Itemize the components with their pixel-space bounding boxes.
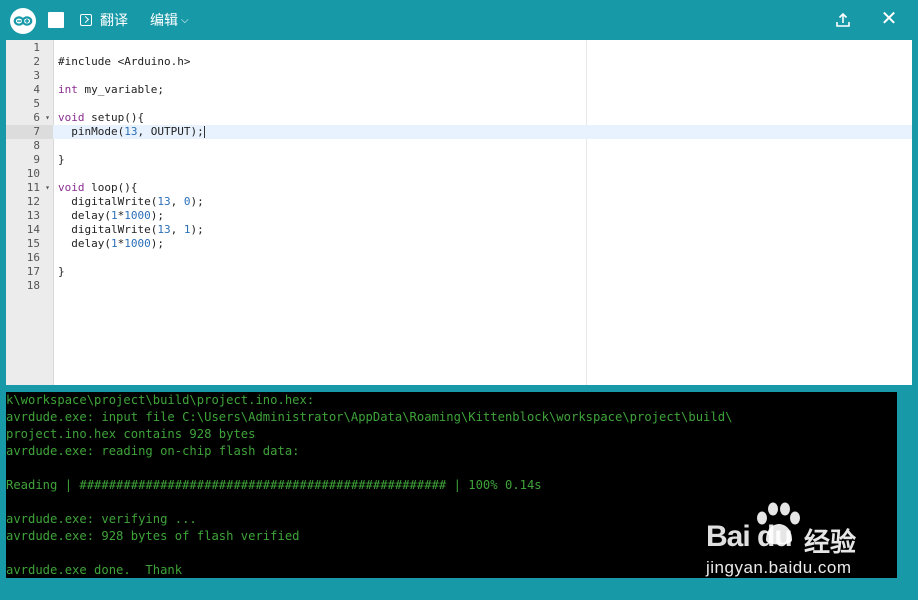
- code-line: digitalWrite(13, 0);: [58, 195, 204, 208]
- console-line: Reading | ##############################…: [6, 478, 542, 492]
- code-line: delay(1*1000);: [58, 209, 164, 222]
- line-number: 11 ▾: [26, 181, 50, 194]
- watermark-url: jingyan.baidu.com: [706, 558, 852, 577]
- upload-button[interactable]: [834, 10, 852, 30]
- arduino-logo-icon[interactable]: [10, 8, 36, 34]
- code-line: #include <Arduino.h>: [58, 55, 191, 68]
- line-numbers: 1 2 3 4 5 6 ▾ 7 8 9 10 11 ▾ 12 13 14 15 16 17 18: [6, 41, 50, 293]
- code-line: int my_variable;: [58, 83, 164, 96]
- close-button[interactable]: ✕: [879, 8, 899, 30]
- line-number: 18: [26, 279, 40, 292]
- watermark-brand: 经验: [804, 527, 857, 557]
- code-line: }: [58, 265, 65, 278]
- line-number: 9: [33, 153, 40, 166]
- line-number: 17: [26, 265, 40, 278]
- line-number: 7: [33, 125, 40, 138]
- console-line: avrdude.exe done. Thank: [6, 563, 183, 577]
- line-number: 10: [26, 167, 40, 180]
- code-line: void setup(){: [58, 111, 145, 124]
- line-number: 8: [33, 139, 40, 152]
- line-number: 5: [33, 97, 40, 110]
- console-lines: k\workspace\project\build\project.ino.he…: [6, 392, 732, 578]
- line-number: 15: [26, 237, 40, 250]
- close-icon: ✕: [880, 8, 898, 30]
- line-number: 16: [26, 251, 40, 264]
- console-line: project.ino.hex contains 928 bytes: [6, 427, 256, 441]
- console-line: k\workspace\project\build\project.ino.he…: [6, 393, 315, 407]
- line-number: 3: [33, 69, 40, 82]
- line-number: 14: [26, 223, 40, 236]
- stop-button[interactable]: [48, 12, 64, 28]
- terminal-icon: [80, 14, 92, 26]
- compile-button[interactable]: 翻译: [80, 10, 128, 30]
- code-line: delay(1*1000);: [58, 237, 164, 250]
- edit-menu-label: 编辑: [150, 12, 178, 28]
- baidu-watermark: Bai du 经验 jingyan.baidu.com: [700, 500, 900, 580]
- code-line: void loop(){: [58, 181, 138, 194]
- line-number: 1: [33, 41, 40, 54]
- console-line: avrdude.exe: 928 bytes of flash verified: [6, 529, 300, 543]
- fold-arrow-icon[interactable]: ▾: [45, 181, 50, 195]
- watermark-logo: Bai du: [706, 520, 793, 553]
- code-line: pinMode(13, OUTPUT);: [58, 125, 205, 138]
- console-line: avrdude.exe: reading on-chip flash data:: [6, 444, 300, 458]
- line-number: 4: [33, 83, 40, 96]
- code-line: }: [58, 153, 65, 166]
- line-number: 12: [26, 195, 40, 208]
- fold-arrow-icon[interactable]: ▾: [45, 111, 50, 125]
- console-line: avrdude.exe: input file C:\Users\Adminis…: [6, 410, 733, 424]
- line-number: 2: [33, 55, 40, 68]
- chevron-down-icon: ⌵: [181, 14, 189, 26]
- compile-label: 翻译: [100, 12, 128, 28]
- text-cursor: [203, 126, 205, 138]
- code-content[interactable]: #include <Arduino.h> int my_variable; vo…: [58, 41, 205, 293]
- print-margin: [586, 40, 587, 385]
- code-line: digitalWrite(13, 1);: [58, 223, 204, 236]
- toolbar: 翻译 编辑 ⌵ ✕: [0, 0, 918, 40]
- line-number: 13: [26, 209, 40, 222]
- upload-icon: [836, 12, 850, 27]
- console-line: avrdude.exe: verifying ...: [6, 512, 197, 526]
- code-editor[interactable]: 1 2 3 4 5 6 ▾ 7 8 9 10 11 ▾ 12 13 14 15 16 17 18 #include <…: [6, 40, 912, 385]
- line-number: 6 ▾: [33, 111, 50, 124]
- edit-menu[interactable]: 编辑 ⌵: [150, 10, 189, 30]
